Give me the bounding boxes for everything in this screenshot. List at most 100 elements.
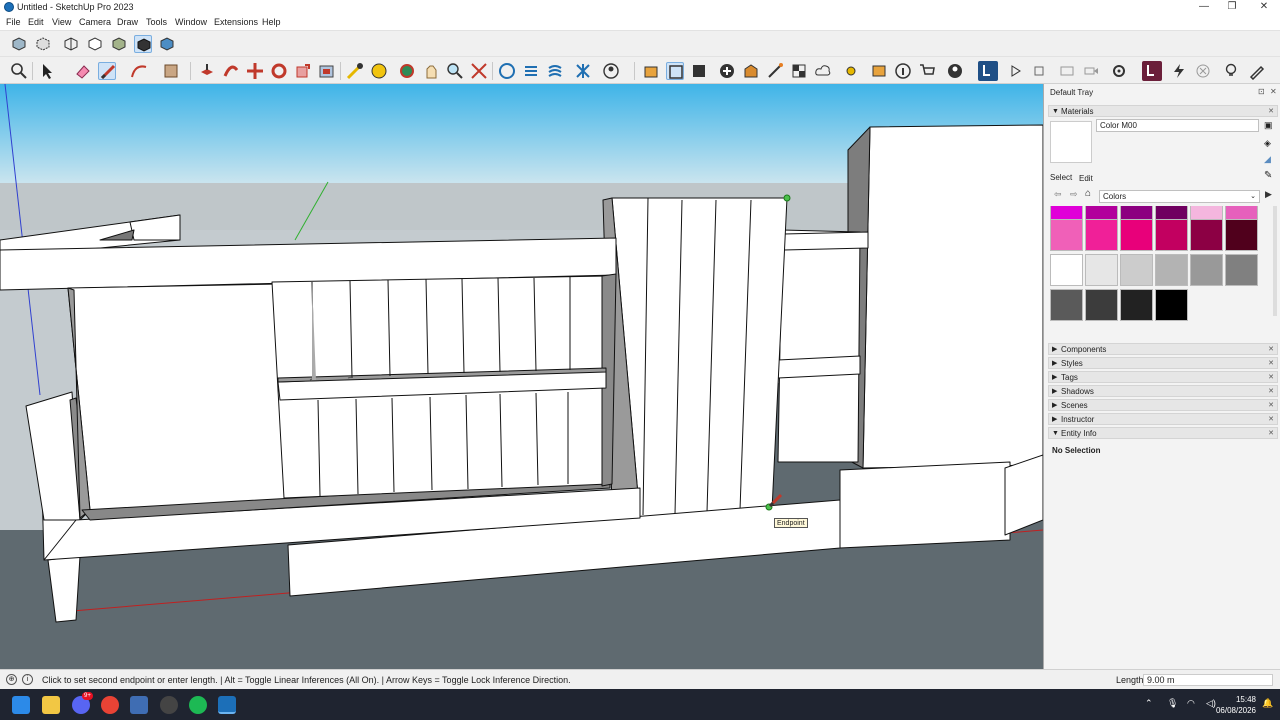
paint-bucket-tool-icon[interactable] [370, 62, 388, 80]
close-panel-icon[interactable]: ✕ [1268, 372, 1274, 383]
material-swatch[interactable] [1085, 219, 1118, 251]
settings-gear-icon[interactable] [1110, 62, 1128, 80]
volume-icon[interactable]: ◁) [1206, 698, 1216, 709]
scale-tool-icon[interactable] [294, 62, 312, 80]
material-swatch[interactable] [1225, 254, 1258, 286]
pin-tray-icon[interactable]: ⊡ [1258, 87, 1265, 96]
stop-icon[interactable] [1030, 62, 1048, 80]
clock[interactable]: 15:48 06/08/2026 [1216, 694, 1256, 716]
menu-help[interactable]: Help [262, 17, 281, 27]
close-panel-icon[interactable]: ✕ [1268, 106, 1274, 117]
show-hidden-icons-icon[interactable]: ⌃ [1145, 698, 1153, 709]
cancel-circle-icon[interactable] [1194, 62, 1212, 80]
close-panel-icon[interactable]: ✕ [1268, 344, 1274, 355]
material-swatch[interactable] [1190, 219, 1223, 251]
entity-info-panel-header[interactable]: ▼ Entity Info ✕ [1048, 427, 1278, 439]
menu-window[interactable]: Window [175, 17, 207, 27]
material-swatch[interactable] [1085, 254, 1118, 286]
extension-manager-icon[interactable] [842, 62, 860, 80]
zoom-tool-icon[interactable] [446, 62, 464, 80]
shadows-panel-header[interactable]: ▶ Shadows ✕ [1048, 385, 1278, 397]
default-material-icon[interactable]: ◢ [1264, 154, 1274, 166]
material-swatch[interactable] [1120, 254, 1153, 286]
shaded-style-icon[interactable] [110, 35, 128, 53]
generate-report-icon[interactable] [690, 62, 708, 80]
tape-measure-tool-icon[interactable] [346, 62, 364, 80]
material-swatch[interactable] [1120, 219, 1153, 251]
video-icon[interactable] [1082, 62, 1100, 80]
standard-view-front-icon[interactable] [546, 62, 564, 80]
instructor-icon[interactable] [894, 62, 912, 80]
section-plane-tool-icon[interactable] [574, 62, 592, 80]
menu-extensions[interactable]: Extensions [214, 17, 258, 27]
cloud-upload-icon[interactable] [814, 62, 832, 80]
lightbulb-icon[interactable] [1222, 62, 1240, 80]
chrome-icon[interactable] [101, 696, 119, 714]
geo-location-icon[interactable]: ⊕ [6, 674, 17, 685]
pencil-icon[interactable] [1248, 62, 1266, 80]
wifi-icon[interactable]: ◠ [1187, 698, 1195, 709]
move-tool-icon[interactable] [246, 62, 264, 80]
spotify-icon[interactable] [189, 696, 207, 714]
menu-file[interactable]: File [6, 17, 21, 27]
close-window-button[interactable]: ✕ [1248, 0, 1280, 15]
eraser-tool-icon[interactable] [74, 62, 92, 80]
material-swatch[interactable] [1225, 219, 1258, 251]
xray-style-icon[interactable] [10, 35, 28, 53]
rotate-tool-icon[interactable] [270, 62, 288, 80]
sketchup-diffusion-icon[interactable] [978, 61, 998, 81]
components-icon[interactable] [666, 62, 684, 80]
close-panel-icon[interactable]: ✕ [1268, 428, 1274, 439]
arc-tool-icon[interactable] [130, 62, 148, 80]
edit-tab[interactable]: Edit [1079, 174, 1093, 183]
tags-panel-header[interactable]: ▶ Tags ✕ [1048, 371, 1278, 383]
maximize-button[interactable]: ❐ [1216, 0, 1248, 15]
user-account-icon[interactable] [602, 62, 620, 80]
drawing-viewport[interactable]: Endpoint [0, 84, 1043, 669]
menu-tools[interactable]: Tools [146, 17, 167, 27]
material-name-field[interactable]: Color M00 [1096, 119, 1259, 132]
microphone-icon[interactable]: 🎙 [1167, 698, 1178, 709]
follow-me-tool-icon[interactable] [222, 62, 240, 80]
notifications-icon[interactable]: 🔔 [1262, 698, 1273, 709]
forward-arrow-icon[interactable]: ⇨ [1070, 189, 1078, 200]
measurements-box[interactable]: 9.00 m [1143, 674, 1273, 686]
standard-view-top-icon[interactable] [522, 62, 540, 80]
share-model-icon[interactable] [766, 62, 784, 80]
line-tool-icon[interactable] [98, 62, 116, 80]
shopping-cart-icon[interactable] [918, 62, 936, 80]
material-swatch[interactable] [1155, 254, 1188, 286]
components-panel-header[interactable]: ▶ Components ✕ [1048, 343, 1278, 355]
close-panel-icon[interactable]: ✕ [1268, 400, 1274, 411]
pan-tool-icon[interactable] [422, 62, 440, 80]
scenes-panel-header[interactable]: ▶ Scenes ✕ [1048, 399, 1278, 411]
app-icon[interactable] [130, 696, 148, 714]
select-tool-icon[interactable] [38, 62, 56, 80]
extension-logo-icon[interactable] [1142, 61, 1162, 81]
file-explorer-icon[interactable] [42, 696, 60, 714]
extension-warehouse-icon[interactable] [742, 62, 760, 80]
monochrome-style-icon[interactable] [158, 35, 176, 53]
zoom-window-tool-icon[interactable] [470, 62, 488, 80]
material-swatch[interactable] [1085, 289, 1118, 321]
close-panel-icon[interactable]: ✕ [1268, 358, 1274, 369]
start-menu-icon[interactable] [12, 696, 30, 714]
close-tray-icon[interactable]: ✕ [1270, 87, 1277, 96]
styles-panel-header[interactable]: ▶ Styles ✕ [1048, 357, 1278, 369]
material-swatch[interactable] [1155, 219, 1188, 251]
checkerboard-icon[interactable] [790, 62, 808, 80]
warehouse-icon[interactable] [642, 62, 660, 80]
back-edges-style-icon[interactable] [34, 35, 52, 53]
offset-tool-icon[interactable] [318, 62, 336, 80]
profile-icon[interactable] [946, 62, 964, 80]
sketchup-taskbar-icon[interactable] [218, 696, 236, 714]
layout-icon[interactable] [870, 62, 888, 80]
menu-edit[interactable]: Edit [28, 17, 44, 27]
menu-camera[interactable]: Camera [79, 17, 111, 27]
standard-view-iso-icon[interactable] [498, 62, 516, 80]
material-swatch[interactable] [1120, 289, 1153, 321]
wireframe-style-icon[interactable] [62, 35, 80, 53]
material-swatch[interactable] [1050, 289, 1083, 321]
collection-select[interactable]: Colors ⌄ [1099, 190, 1260, 203]
sample-paint-icon[interactable]: ✎ [1264, 170, 1272, 181]
